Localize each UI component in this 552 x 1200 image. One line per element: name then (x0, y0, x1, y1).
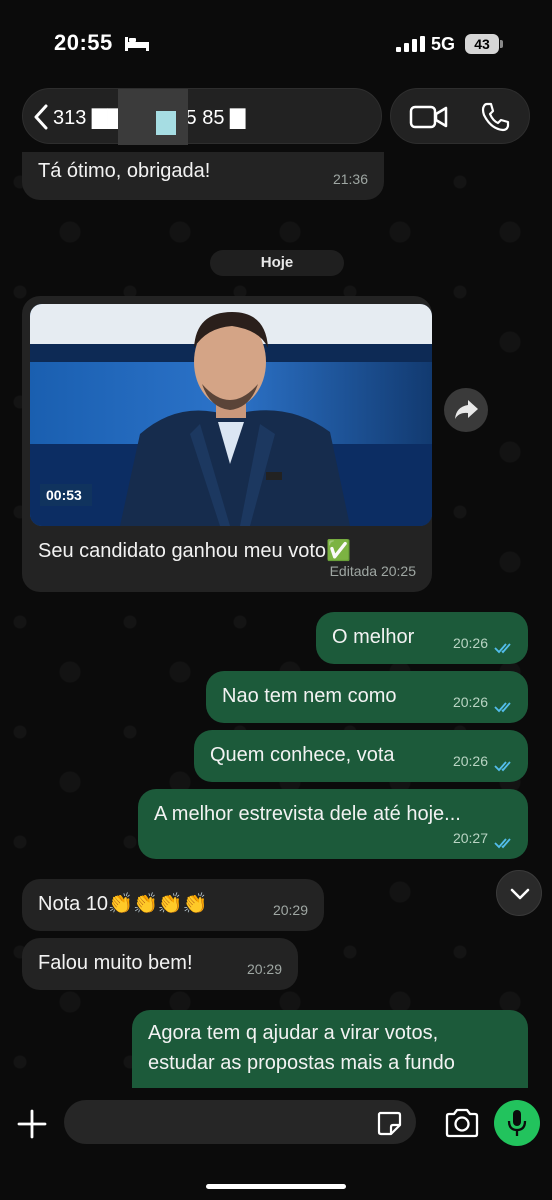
message-input[interactable] (64, 1100, 416, 1144)
read-receipt-icon (494, 702, 511, 713)
message-text: Nota 10👏👏👏👏 (38, 893, 208, 915)
read-receipt-icon (494, 838, 511, 849)
message-incoming[interactable]: Tá ótimo, obrigada! 21:36 (22, 152, 384, 200)
avatar[interactable] (118, 89, 188, 145)
forward-icon (455, 400, 478, 419)
message-time: 20:29 (246, 961, 282, 977)
message-time: 20:26 (452, 753, 488, 769)
camera-icon[interactable] (444, 1108, 480, 1138)
message-time: 20:29 (272, 902, 308, 918)
message-photo[interactable]: 00:53 (30, 304, 432, 526)
date-separator: Hoje (210, 250, 344, 276)
photo-image: 00:53 (30, 304, 432, 526)
message-incoming[interactable]: Nota 10👏👏👏👏 20:29 (22, 879, 324, 931)
scroll-to-bottom-button[interactable] (496, 870, 542, 916)
battery-level: 43 (465, 34, 499, 54)
chat-header: 313 ▇▇▇▇▇ 55 85 ▇ (0, 88, 552, 152)
network-type: 5G (431, 34, 456, 54)
message-text: Falou muito bem! (38, 952, 193, 974)
message-text: Tá ótimo, obrigada! (38, 160, 211, 182)
message-text: Quem conhece, vota (210, 744, 395, 766)
microphone-icon (507, 1110, 527, 1136)
chevron-down-icon (510, 888, 530, 900)
composer-bar (0, 1088, 552, 1200)
message-time: 21:36 (332, 171, 368, 187)
message-outgoing[interactable]: Quem conhece, vota 20:26 (194, 730, 528, 782)
read-receipt-icon (494, 643, 511, 654)
message-text-line-1: Agora tem q ajudar a virar votos, (148, 1022, 439, 1044)
message-outgoing[interactable]: A melhor estrevista dele até hoje... 20:… (138, 789, 528, 859)
read-receipt-icon (494, 761, 511, 772)
sticker-icon[interactable] (376, 1110, 402, 1136)
voice-message-button[interactable] (494, 1100, 540, 1146)
home-indicator[interactable] (206, 1184, 346, 1189)
message-text: Nao tem nem como (222, 685, 397, 707)
message-text: O melhor (332, 626, 415, 648)
photo-timestamp-overlay: 00:53 (46, 487, 82, 503)
message-text: Seu candidato ganhou meu voto✅ (38, 540, 351, 562)
video-camera-icon[interactable] (409, 103, 449, 131)
chevron-left-icon[interactable] (31, 103, 51, 131)
battery-icon: 43 (465, 34, 503, 54)
plus-icon[interactable] (16, 1108, 48, 1140)
status-bar: 20:55 5G 43 (0, 0, 552, 90)
phone-icon[interactable] (479, 101, 511, 133)
message-time: 20:26 (452, 694, 488, 710)
message-time: 20:26 (452, 635, 488, 651)
back-and-contact-button[interactable]: 313 ▇▇▇▇▇ 55 85 ▇ (22, 88, 382, 145)
cellular-signal-icon (396, 36, 425, 52)
forward-button[interactable] (444, 388, 488, 432)
chat-messages[interactable]: Tá ótimo, obrigada! 21:36 Hoje 00:53 Seu… (0, 152, 552, 1088)
message-incoming[interactable]: Falou muito bem! 20:29 (22, 938, 298, 990)
status-time: 20:55 (54, 30, 113, 55)
message-incoming-image[interactable]: 00:53 Seu candidato ganhou meu voto✅ Edi… (22, 296, 432, 592)
message-text-line-2: estudar as propostas mais a fundo (148, 1052, 455, 1074)
message-text: A melhor estrevista dele até hoje... (154, 803, 461, 825)
message-outgoing[interactable]: Agora tem q ajudar a virar votos, estuda… (132, 1010, 528, 1088)
message-outgoing[interactable]: O melhor 20:26 (316, 612, 528, 664)
sleep-focus-icon (125, 37, 149, 51)
message-outgoing[interactable]: Nao tem nem como 20:26 (206, 671, 528, 723)
call-actions (390, 88, 530, 144)
message-time: 20:27 (452, 830, 488, 846)
message-time: Editada 20:25 (329, 563, 416, 579)
